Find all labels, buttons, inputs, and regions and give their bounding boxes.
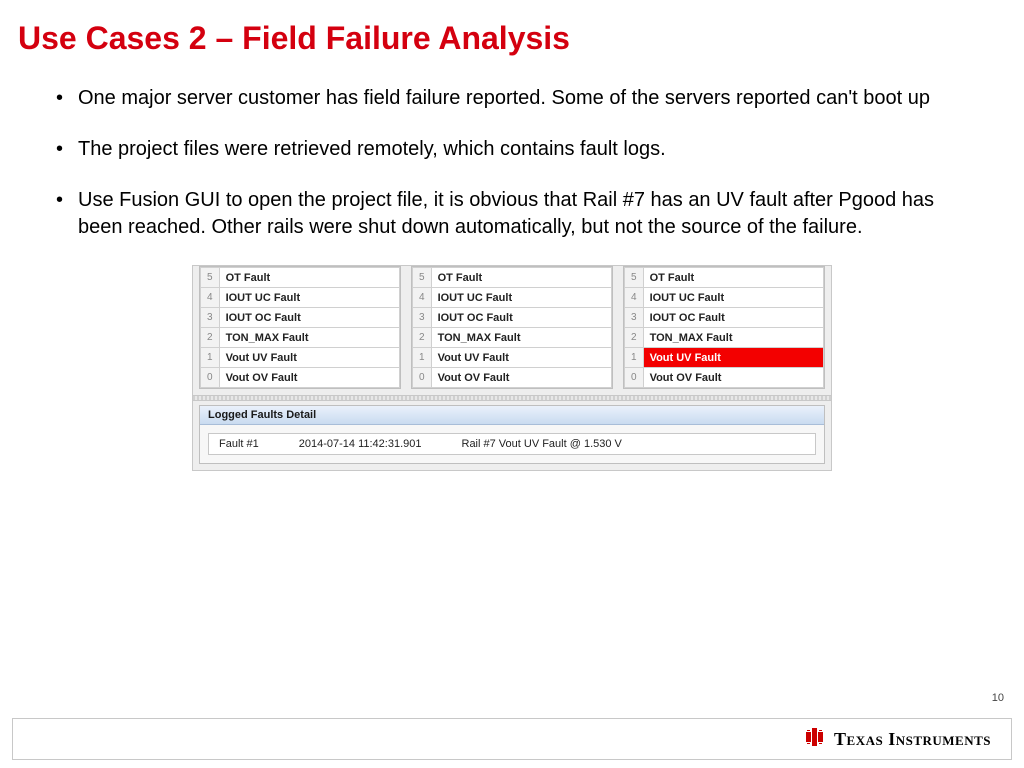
fault-timestamp: 2014-07-14 11:42:31.901 — [299, 438, 422, 450]
fault-label: Vout OV Fault — [219, 368, 399, 388]
table-row: 0Vout OV Fault — [413, 368, 612, 388]
fault-label: IOUT UC Fault — [643, 288, 823, 308]
fault-label: OT Fault — [219, 268, 399, 288]
fault-label: TON_MAX Fault — [219, 328, 399, 348]
table-row: 2TON_MAX Fault — [625, 328, 824, 348]
table-row: 5OT Fault — [625, 268, 824, 288]
table-row: 3IOUT OC Fault — [625, 308, 824, 328]
fault-label: IOUT OC Fault — [219, 308, 399, 328]
fault-label: Vout UV Fault — [643, 348, 823, 368]
bullet-item: Use Fusion GUI to open the project file,… — [52, 187, 964, 241]
fault-label: Vout OV Fault — [643, 368, 823, 388]
row-index: 0 — [625, 368, 644, 388]
fault-label: IOUT OC Fault — [643, 308, 823, 328]
bullet-list: One major server customer has field fail… — [0, 57, 1024, 241]
ti-logo: Texas Instruments — [804, 726, 991, 752]
table-row: 3IOUT OC Fault — [413, 308, 612, 328]
row-index: 3 — [413, 308, 432, 328]
row-index: 1 — [413, 348, 432, 368]
table-row: 3IOUT OC Fault — [201, 308, 400, 328]
row-index: 0 — [413, 368, 432, 388]
row-index: 1 — [201, 348, 220, 368]
row-index: 2 — [413, 328, 432, 348]
page-number: 10 — [992, 692, 1004, 704]
ti-chip-icon — [804, 726, 828, 752]
row-index: 5 — [413, 268, 432, 288]
table-row: 4IOUT UC Fault — [201, 288, 400, 308]
table-row: 4IOUT UC Fault — [625, 288, 824, 308]
fault-label: OT Fault — [643, 268, 823, 288]
row-index: 3 — [625, 308, 644, 328]
table-row: 5OT Fault — [201, 268, 400, 288]
slide-footer: Texas Instruments — [12, 718, 1012, 760]
row-index: 1 — [625, 348, 644, 368]
fault-label: IOUT OC Fault — [431, 308, 611, 328]
table-row: 1Vout UV Fault — [201, 348, 400, 368]
logged-faults-detail-panel: Logged Faults Detail Fault #1 2014-07-14… — [199, 405, 825, 464]
table-row: 1Vout UV Fault — [625, 348, 824, 368]
row-index: 0 — [201, 368, 220, 388]
ti-logo-text: Texas Instruments — [834, 729, 991, 750]
row-index: 2 — [625, 328, 644, 348]
fault-description: Rail #7 Vout UV Fault @ 1.530 V — [462, 438, 622, 450]
table-row: 4IOUT UC Fault — [413, 288, 612, 308]
table-row: 5OT Fault — [413, 268, 612, 288]
fault-label: TON_MAX Fault — [643, 328, 823, 348]
fault-label: Vout UV Fault — [219, 348, 399, 368]
row-index: 4 — [201, 288, 220, 308]
slide-title: Use Cases 2 – Field Failure Analysis — [0, 0, 1024, 57]
fault-label: IOUT UC Fault — [431, 288, 611, 308]
bullet-item: One major server customer has field fail… — [52, 85, 964, 112]
fault-table: 5OT Fault4IOUT UC Fault3IOUT OC Fault2TO… — [623, 266, 825, 389]
row-index: 4 — [413, 288, 432, 308]
splitter-bar — [193, 395, 831, 401]
table-row: 0Vout OV Fault — [625, 368, 824, 388]
table-row: 0Vout OV Fault — [201, 368, 400, 388]
fault-label: Vout UV Fault — [431, 348, 611, 368]
table-row: 1Vout UV Fault — [413, 348, 612, 368]
table-row: 2TON_MAX Fault — [201, 328, 400, 348]
bullet-item: The project files were retrieved remotel… — [52, 136, 964, 163]
fault-label: TON_MAX Fault — [431, 328, 611, 348]
row-index: 2 — [201, 328, 220, 348]
fault-detail-row: Fault #1 2014-07-14 11:42:31.901 Rail #7… — [208, 433, 816, 455]
fault-table: 5OT Fault4IOUT UC Fault3IOUT OC Fault2TO… — [199, 266, 401, 389]
row-index: 5 — [625, 268, 644, 288]
row-index: 3 — [201, 308, 220, 328]
row-index: 5 — [201, 268, 220, 288]
fault-number: Fault #1 — [219, 438, 259, 450]
fault-label: IOUT UC Fault — [219, 288, 399, 308]
fault-label: OT Fault — [431, 268, 611, 288]
fault-table: 5OT Fault4IOUT UC Fault3IOUT OC Fault2TO… — [411, 266, 613, 389]
table-row: 2TON_MAX Fault — [413, 328, 612, 348]
panel-header: Logged Faults Detail — [200, 406, 824, 425]
fault-label: Vout OV Fault — [431, 368, 611, 388]
row-index: 4 — [625, 288, 644, 308]
fusion-gui-screenshot: 5OT Fault4IOUT UC Fault3IOUT OC Fault2TO… — [192, 265, 832, 471]
